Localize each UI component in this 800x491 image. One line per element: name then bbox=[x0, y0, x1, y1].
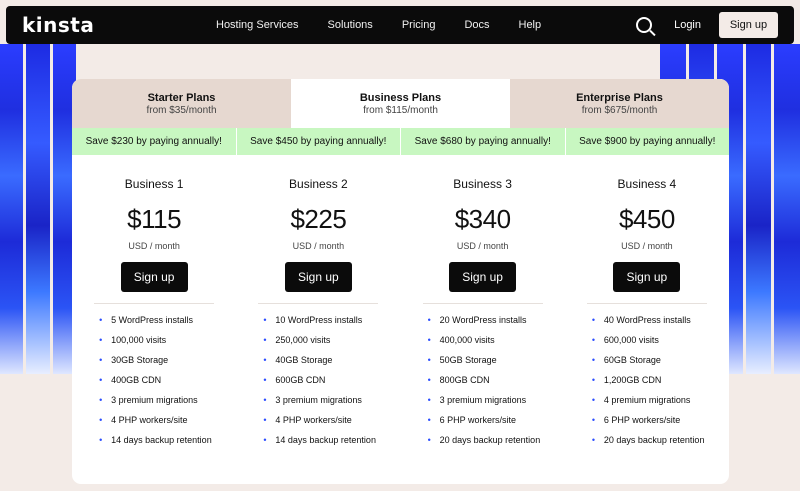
kinsta-logo[interactable]: kinsta bbox=[22, 13, 172, 37]
divider bbox=[422, 303, 543, 304]
feature-item: 14 days backup retention bbox=[99, 434, 219, 447]
plan-columns: Business 1 $115 USD / month Sign up 5 Wo… bbox=[72, 155, 729, 454]
decor-column bbox=[745, 44, 772, 374]
feature-item: 4 PHP workers/site bbox=[263, 414, 383, 427]
feature-item: 600,000 visits bbox=[592, 334, 712, 347]
feature-item: 60GB Storage bbox=[592, 354, 712, 367]
feature-item: 40 WordPress installs bbox=[592, 314, 712, 327]
feature-item: 5 WordPress installs bbox=[99, 314, 219, 327]
feature-item: 3 premium migrations bbox=[428, 394, 548, 407]
price-period: USD / month bbox=[456, 241, 509, 251]
divider bbox=[586, 303, 707, 304]
feature-item: 6 PHP workers/site bbox=[428, 414, 548, 427]
feature-item: 20 days backup retention bbox=[428, 434, 548, 447]
menu-item-solutions[interactable]: Solutions bbox=[328, 19, 373, 31]
feature-item: 250,000 visits bbox=[263, 334, 383, 347]
top-navigation: kinsta Hosting Services Solutions Pricin… bbox=[6, 6, 794, 44]
feature-item: 600GB CDN bbox=[263, 374, 383, 387]
tab-subtitle: from $675/month bbox=[581, 104, 658, 116]
plan-price: $115 bbox=[127, 204, 182, 234]
feature-item: 3 premium migrations bbox=[99, 394, 219, 407]
feature-item: 1,200GB CDN bbox=[592, 374, 712, 387]
pricing-card: Starter Plans from $35/month Business Pl… bbox=[72, 79, 729, 484]
feature-item: 40GB Storage bbox=[263, 354, 383, 367]
plan-signup-button[interactable]: Sign up bbox=[284, 262, 352, 292]
tab-starter-plans[interactable]: Starter Plans from $35/month bbox=[72, 79, 291, 128]
plan-signup-button[interactable]: Sign up bbox=[449, 262, 517, 292]
menu-item-hosting-services[interactable]: Hosting Services bbox=[216, 19, 299, 31]
tab-subtitle: from $35/month bbox=[146, 104, 217, 116]
plan-business-3: Business 3 $340 USD / month Sign up 20 W… bbox=[401, 155, 565, 454]
feature-list: 40 WordPress installs 600,000 visits 60G… bbox=[592, 314, 712, 454]
decor-column bbox=[774, 44, 800, 374]
feature-item: 400GB CDN bbox=[99, 374, 219, 387]
plan-signup-button[interactable]: Sign up bbox=[120, 262, 188, 292]
tab-business-plans[interactable]: Business Plans from $115/month bbox=[291, 79, 510, 128]
tab-subtitle: from $115/month bbox=[363, 104, 438, 116]
feature-item: 20 WordPress installs bbox=[428, 314, 548, 327]
feature-item: 100,000 visits bbox=[99, 334, 219, 347]
plan-business-2: Business 2 $225 USD / month Sign up 10 W… bbox=[236, 155, 400, 454]
plan-name: Business 3 bbox=[453, 177, 512, 191]
savings-banner: Save $680 by paying annually! bbox=[401, 128, 566, 155]
price-period: USD / month bbox=[621, 241, 673, 251]
divider bbox=[258, 303, 379, 304]
menu-item-help[interactable]: Help bbox=[519, 19, 542, 31]
tab-enterprise-plans[interactable]: Enterprise Plans from $675/month bbox=[510, 79, 729, 128]
annual-savings-row: Save $230 by paying annually! Save $450 … bbox=[72, 128, 729, 155]
main-menu: Hosting Services Solutions Pricing Docs … bbox=[216, 19, 636, 31]
search-icon[interactable] bbox=[636, 17, 653, 33]
plan-price: $340 bbox=[454, 204, 511, 234]
tab-title: Business Plans bbox=[359, 91, 442, 104]
plan-business-1: Business 1 $115 USD / month Sign up 5 Wo… bbox=[72, 155, 236, 454]
plan-price: $225 bbox=[290, 204, 347, 234]
feature-item: 800GB CDN bbox=[428, 374, 548, 387]
feature-item: 6 PHP workers/site bbox=[592, 414, 712, 427]
feature-item: 10 WordPress installs bbox=[263, 314, 383, 327]
plan-business-4: Business 4 $450 USD / month Sign up 40 W… bbox=[565, 155, 729, 454]
price-period: USD / month bbox=[128, 241, 180, 251]
signup-button[interactable]: Sign up bbox=[719, 12, 778, 38]
feature-list: 5 WordPress installs 100,000 visits 30GB… bbox=[99, 314, 219, 454]
plan-type-tabs: Starter Plans from $35/month Business Pl… bbox=[72, 79, 729, 128]
feature-item: 4 PHP workers/site bbox=[99, 414, 219, 427]
plan-signup-button[interactable]: Sign up bbox=[613, 262, 681, 292]
tab-title: Starter Plans bbox=[147, 91, 216, 104]
savings-banner: Save $450 by paying annually! bbox=[236, 128, 401, 155]
feature-item: 4 premium migrations bbox=[592, 394, 712, 407]
savings-banner: Save $900 by paying annually! bbox=[565, 128, 729, 155]
feature-item: 14 days backup retention bbox=[263, 434, 383, 447]
plan-name: Business 1 bbox=[124, 177, 184, 191]
feature-list: 20 WordPress installs 400,000 visits 50G… bbox=[428, 314, 548, 454]
tab-title: Enterprise Plans bbox=[576, 91, 663, 104]
menu-item-docs[interactable]: Docs bbox=[464, 19, 489, 31]
plan-name: Business 2 bbox=[289, 177, 348, 191]
menu-item-pricing[interactable]: Pricing bbox=[402, 19, 436, 31]
divider bbox=[94, 303, 215, 304]
decorative-blue-columns-left bbox=[0, 44, 76, 374]
login-link[interactable]: Login bbox=[674, 19, 701, 31]
plan-price: $450 bbox=[618, 204, 675, 234]
feature-item: 20 days backup retention bbox=[592, 434, 712, 447]
feature-list: 10 WordPress installs 250,000 visits 40G… bbox=[263, 314, 383, 454]
decor-column bbox=[0, 44, 24, 374]
feature-item: 400,000 visits bbox=[428, 334, 548, 347]
savings-banner: Save $230 by paying annually! bbox=[72, 128, 237, 155]
decor-column bbox=[26, 44, 50, 374]
feature-item: 50GB Storage bbox=[428, 354, 548, 367]
price-period: USD / month bbox=[292, 241, 345, 251]
feature-item: 30GB Storage bbox=[99, 354, 219, 367]
feature-item: 3 premium migrations bbox=[263, 394, 383, 407]
plan-name: Business 4 bbox=[617, 177, 677, 191]
